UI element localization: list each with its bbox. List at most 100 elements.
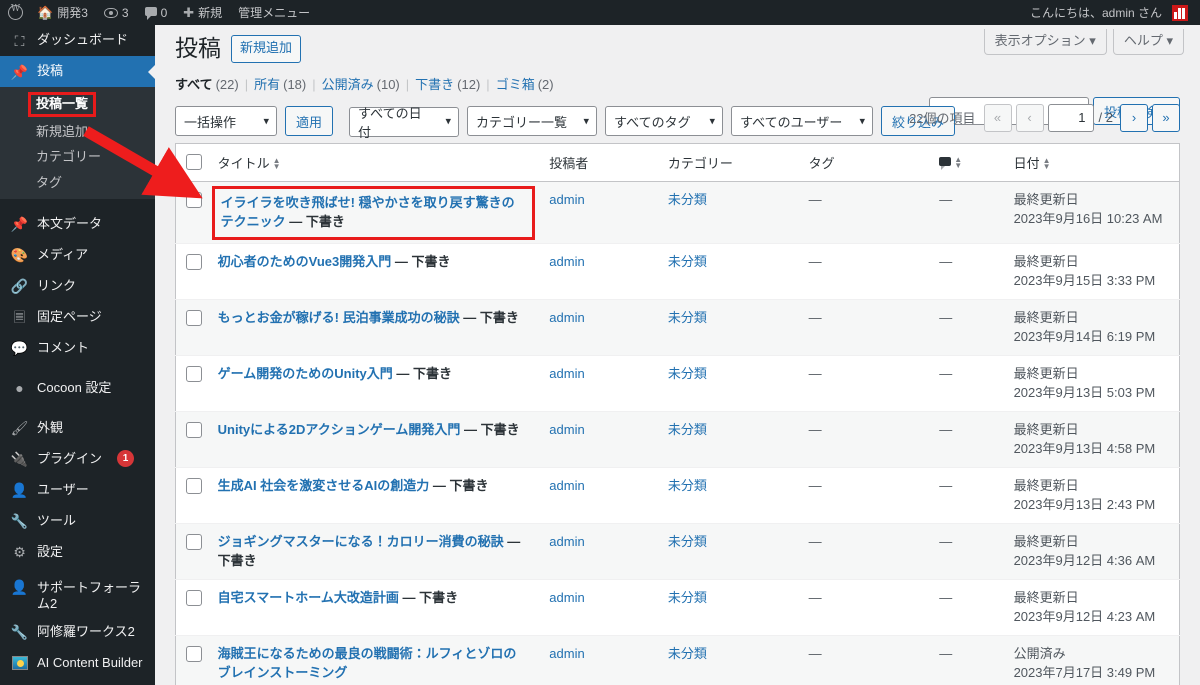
row-select-cell[interactable]: [175, 578, 208, 636]
author-link[interactable]: admin: [549, 310, 584, 325]
column-header-title[interactable]: タイトル ▲ ▼: [207, 143, 540, 182]
category-link[interactable]: 未分類: [668, 590, 707, 605]
sidebar-item-users[interactable]: 👤 ユーザー: [0, 474, 155, 505]
view-filter-mine[interactable]: 所有 (18) |: [254, 72, 322, 98]
tag-filter-select[interactable]: すべてのタグ: [605, 106, 724, 137]
submenu-item-add-new[interactable]: 新規追加: [0, 119, 155, 145]
add-new-post-button[interactable]: 新規追加: [231, 35, 302, 63]
row-select-cell[interactable]: [175, 298, 208, 356]
display-options-button[interactable]: 表示オプション ▾: [983, 29, 1107, 55]
help-button[interactable]: ヘルプ ▾: [1112, 29, 1184, 55]
date-filter-select[interactable]: すべての日付: [349, 106, 460, 140]
sidebar-item-posts[interactable]: 📌 投稿: [0, 56, 155, 87]
sidebar-item-support-forum[interactable]: 👤 サポートフォーラム2: [0, 576, 155, 617]
comments-button[interactable]: 0: [137, 0, 176, 25]
category-link[interactable]: 未分類: [668, 422, 707, 437]
select-all-checkbox[interactable]: [186, 153, 202, 170]
category-link[interactable]: 未分類: [668, 254, 707, 269]
view-filter-trash-link[interactable]: ゴミ箱: [496, 72, 535, 98]
next-page-button[interactable]: ›: [1120, 103, 1148, 132]
post-title-link[interactable]: 自宅スマートホーム大改造計画: [218, 590, 399, 605]
author-link[interactable]: admin: [549, 422, 584, 437]
sidebar-item-plugins[interactable]: 🔌 プラグイン 1: [0, 443, 155, 474]
sidebar-item-comments[interactable]: 💬 コメント: [0, 332, 155, 363]
row-checkbox[interactable]: [186, 589, 202, 606]
row-checkbox[interactable]: [186, 191, 202, 208]
author-link[interactable]: admin: [549, 646, 584, 661]
row-select-cell[interactable]: [175, 354, 208, 412]
sidebar-item-appearance[interactable]: 🖌 外観: [0, 412, 155, 443]
post-title-link[interactable]: ジョギングマスターになる！カロリー消費の秘訣: [218, 534, 504, 549]
sidebar-item-ai-content-builder[interactable]: AI Content Builder: [0, 648, 155, 679]
tag-filter-select-wrap[interactable]: すべてのタグ: [605, 106, 724, 137]
post-title-link[interactable]: 海賊王になるための最良の戦闘術：ルフィとゾロのブレインストーミング: [218, 646, 517, 681]
submenu-item-tags[interactable]: タグ: [0, 170, 155, 196]
post-title-link[interactable]: イライラを吹き飛ばせ! 穏やかさを取り戻す驚きのテクニック: [221, 195, 515, 230]
row-checkbox[interactable]: [186, 253, 202, 270]
view-filter-all-link[interactable]: すべて: [175, 72, 213, 98]
category-link[interactable]: 未分類: [668, 478, 707, 493]
sidebar-item-pages[interactable]: 🗏 固定ページ: [0, 301, 155, 332]
prev-page-button[interactable]: ‹: [1015, 103, 1044, 132]
row-checkbox[interactable]: [186, 309, 202, 326]
date-filter-select-wrap[interactable]: すべての日付: [349, 106, 460, 140]
updates-button[interactable]: 3: [96, 0, 137, 25]
submenu-item-categories[interactable]: カテゴリー: [0, 144, 155, 170]
new-content-button[interactable]: ✚ 新規: [175, 0, 230, 25]
first-page-button[interactable]: «: [983, 103, 1012, 132]
submenu-item-all-posts[interactable]: 投稿一覧: [0, 90, 155, 119]
sidebar-item-settings[interactable]: ⚙ 設定: [0, 536, 155, 567]
row-checkbox[interactable]: [186, 421, 202, 438]
view-filter-draft-link[interactable]: 下書き: [415, 72, 454, 98]
view-filter-trash[interactable]: ゴミ箱 (2): [496, 72, 554, 98]
view-filter-mine-link[interactable]: 所有: [254, 72, 280, 98]
select-all-header[interactable]: [175, 143, 208, 182]
row-select-cell[interactable]: [175, 522, 208, 580]
category-link[interactable]: 未分類: [668, 192, 707, 207]
last-page-button[interactable]: »: [1152, 103, 1180, 132]
sidebar-item-cocoon-settings[interactable]: ● Cocoon 設定: [0, 372, 155, 403]
site-name-button[interactable]: 🏠 開発3: [29, 0, 96, 25]
author-link[interactable]: admin: [549, 192, 584, 207]
post-title-link[interactable]: 生成AI 社会を激変させるAIの創造力: [218, 478, 430, 493]
author-link[interactable]: admin: [549, 534, 584, 549]
post-title-link[interactable]: Unityによる2Dアクションゲーム開発入門: [218, 422, 461, 437]
post-title-link[interactable]: もっとお金が稼げる! 民泊事業成功の秘訣: [218, 310, 460, 325]
category-link[interactable]: 未分類: [668, 534, 707, 549]
view-filter-published[interactable]: 公開済み (10) |: [322, 72, 416, 98]
row-checkbox[interactable]: [186, 645, 202, 662]
sidebar-item-tools[interactable]: 🔧 ツール: [0, 505, 155, 536]
sidebar-item-ashura-works[interactable]: 🔧 阿修羅ワークス2: [0, 617, 155, 648]
row-select-cell[interactable]: [175, 181, 208, 244]
row-select-cell[interactable]: [175, 410, 208, 468]
current-page-input[interactable]: 1: [1047, 103, 1094, 132]
sidebar-item-body-data[interactable]: 📌 本文データ: [0, 208, 155, 239]
category-link[interactable]: 未分類: [668, 646, 707, 661]
view-filter-published-link[interactable]: 公開済み: [322, 72, 374, 98]
view-filter-all[interactable]: すべて (22) |: [175, 72, 254, 98]
user-filter-select-wrap[interactable]: すべてのユーザー: [731, 106, 874, 137]
author-link[interactable]: admin: [549, 366, 584, 381]
user-filter-select[interactable]: すべてのユーザー: [731, 106, 874, 137]
wordpress-logo-button[interactable]: [0, 0, 29, 25]
row-select-cell[interactable]: [175, 466, 208, 524]
column-header-date[interactable]: 日付 ▲ ▼: [1003, 143, 1180, 182]
row-checkbox[interactable]: [186, 477, 202, 494]
category-filter-select[interactable]: カテゴリー一覧: [467, 106, 598, 137]
sidebar-item-dashboard[interactable]: ⛶ ダッシュボード: [0, 25, 155, 56]
category-filter-select-wrap[interactable]: カテゴリー一覧: [467, 106, 598, 137]
sidebar-item-links[interactable]: 🔗 リンク: [0, 270, 155, 301]
category-link[interactable]: 未分類: [668, 366, 707, 381]
apply-button[interactable]: 適用: [285, 106, 334, 137]
column-header-date-label[interactable]: 日付: [1014, 156, 1040, 171]
column-header-comments[interactable]: ▲ ▼: [929, 143, 1004, 182]
post-title-link[interactable]: 初心者のためのVue3開発入門: [218, 254, 392, 269]
bulk-actions-select[interactable]: 一括操作: [175, 106, 277, 137]
category-link[interactable]: 未分類: [668, 310, 707, 325]
row-checkbox[interactable]: [186, 533, 202, 550]
row-checkbox[interactable]: [186, 365, 202, 382]
admin-menu-button[interactable]: 管理メニュー: [230, 0, 318, 25]
post-title-link[interactable]: ゲーム開発のためのUnity入門: [218, 366, 393, 381]
author-link[interactable]: admin: [549, 254, 584, 269]
author-link[interactable]: admin: [549, 590, 584, 605]
